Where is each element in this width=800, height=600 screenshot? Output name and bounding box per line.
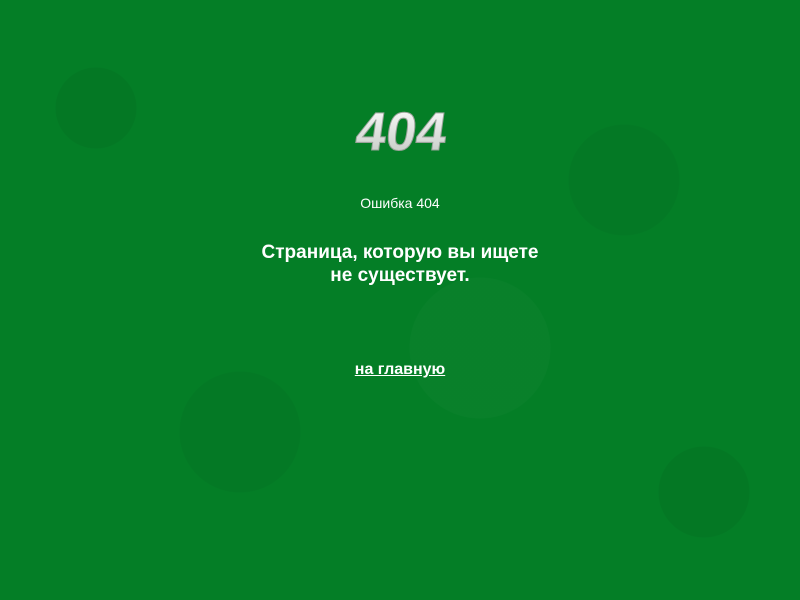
error-message: Страница, которую вы ищете не существует… [0, 241, 800, 287]
background-texture [0, 0, 800, 600]
home-link-container: на главную [0, 361, 800, 379]
home-link[interactable]: на главную [355, 361, 445, 378]
error-message-line-1: Страница, которую вы ищете [261, 242, 539, 263]
404-logo-text: 404 [352, 102, 450, 160]
404-logo: 404 [352, 102, 451, 160]
error-code-label: Ошибка 404 [360, 195, 440, 211]
error-message-line-2: не существует. [330, 265, 470, 286]
